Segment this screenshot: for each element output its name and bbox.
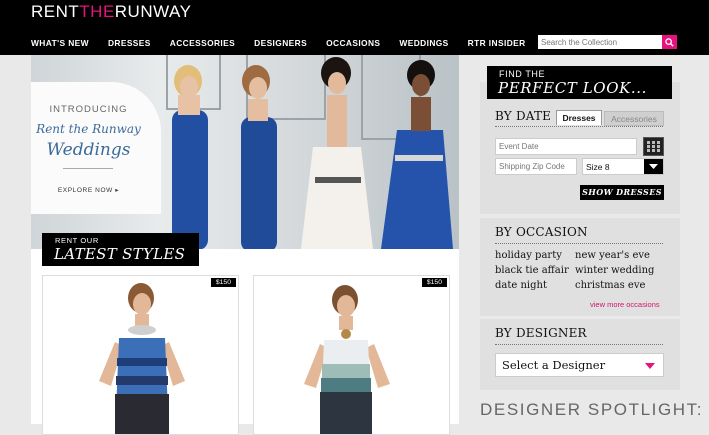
tab-accessories[interactable]: Accessories — [604, 111, 664, 126]
products-area: $150 $150 — [31, 249, 459, 435]
site-logo[interactable]: RENTTHERUNWAY — [31, 2, 191, 22]
product-image — [99, 283, 185, 434]
search-icon — [665, 37, 674, 47]
header-bar: RENTTHERUNWAY WHAT'S NEW DRESSES ACCESSO… — [0, 0, 709, 55]
size-select[interactable]: Size 8 — [582, 158, 664, 175]
occasion-link[interactable]: holiday party — [495, 250, 562, 261]
nav-designers[interactable]: DESIGNERS — [254, 38, 307, 48]
divider — [63, 168, 113, 169]
divider — [495, 344, 663, 345]
nav-dresses[interactable]: DRESSES — [108, 38, 151, 48]
product-card[interactable]: $150 — [42, 275, 239, 435]
product-image — [304, 285, 390, 434]
search-input[interactable] — [538, 35, 662, 49]
designer-select-value: Select a Designer — [502, 358, 606, 372]
search-button[interactable] — [662, 35, 677, 49]
size-value: Size 8 — [586, 162, 610, 172]
by-occasion-title: BY OCCASION — [495, 225, 588, 239]
zip-code-field[interactable]: Shipping Zip Code — [495, 158, 577, 175]
logo-part: THE — [79, 2, 115, 21]
product-card[interactable]: $150 — [253, 275, 450, 435]
divider — [495, 126, 663, 127]
occasion-link[interactable]: black tie affair — [495, 265, 569, 276]
chevron-down-icon — [645, 363, 655, 369]
by-date-title: BY DATE — [495, 109, 552, 123]
calendar-icon — [647, 141, 660, 152]
nav-occasions[interactable]: OCCASIONS — [326, 38, 380, 48]
occasion-link[interactable]: christmas eve — [575, 280, 645, 291]
main-nav: WHAT'S NEW DRESSES ACCESSORIES DESIGNERS… — [31, 38, 545, 48]
nav-whats-new[interactable]: WHAT'S NEW — [31, 38, 89, 48]
promo-brand: Rent the Runway — [36, 122, 141, 136]
find-look-banner: FIND THE PERFECT LOOK... — [487, 66, 672, 99]
nav-weddings[interactable]: WEDDINGS — [399, 38, 448, 48]
show-dresses-button[interactable]: SHOW DRESSES — [580, 185, 664, 200]
find-kicker: FIND THE — [499, 69, 546, 79]
designer-spotlight-heading: DESIGNER SPOTLIGHT: — [480, 400, 704, 419]
promo-title: Weddings — [46, 140, 131, 160]
logo-part: RUNWAY — [114, 2, 192, 21]
find-title: PERFECT LOOK... — [498, 79, 648, 97]
event-date-field[interactable]: Event Date — [495, 138, 637, 155]
view-more-occasions-link[interactable]: view more occasions — [590, 300, 660, 309]
divider — [495, 243, 663, 244]
weddings-promo[interactable]: INTRODUCING Rent the Runway Weddings EXP… — [31, 82, 161, 214]
chevron-down-icon — [649, 164, 658, 169]
nav-rtr-insider[interactable]: RTR INSIDER — [468, 38, 526, 48]
calendar-button[interactable] — [643, 137, 664, 156]
occasion-link[interactable]: new year's eve — [575, 250, 650, 261]
banner-title: LATEST STYLES — [54, 245, 186, 263]
designer-select[interactable]: Select a Designer — [495, 353, 664, 377]
by-designer-title: BY DESIGNER — [495, 326, 587, 340]
promo-kicker: INTRODUCING — [49, 104, 128, 115]
banner-kicker: RENT OUR — [55, 236, 99, 245]
occasion-link[interactable]: date night — [495, 280, 547, 291]
occasion-link[interactable]: winter wedding — [575, 265, 654, 276]
latest-styles-banner: RENT OUR LATEST STYLES — [42, 233, 199, 266]
nav-accessories[interactable]: ACCESSORIES — [170, 38, 235, 48]
search-box — [538, 35, 678, 49]
logo-part: RENT — [31, 2, 80, 21]
tab-dresses[interactable]: Dresses — [556, 110, 602, 125]
size-dropdown-button[interactable] — [644, 159, 663, 174]
explore-now-link[interactable]: EXPLORE NOW ▸ — [31, 186, 146, 194]
